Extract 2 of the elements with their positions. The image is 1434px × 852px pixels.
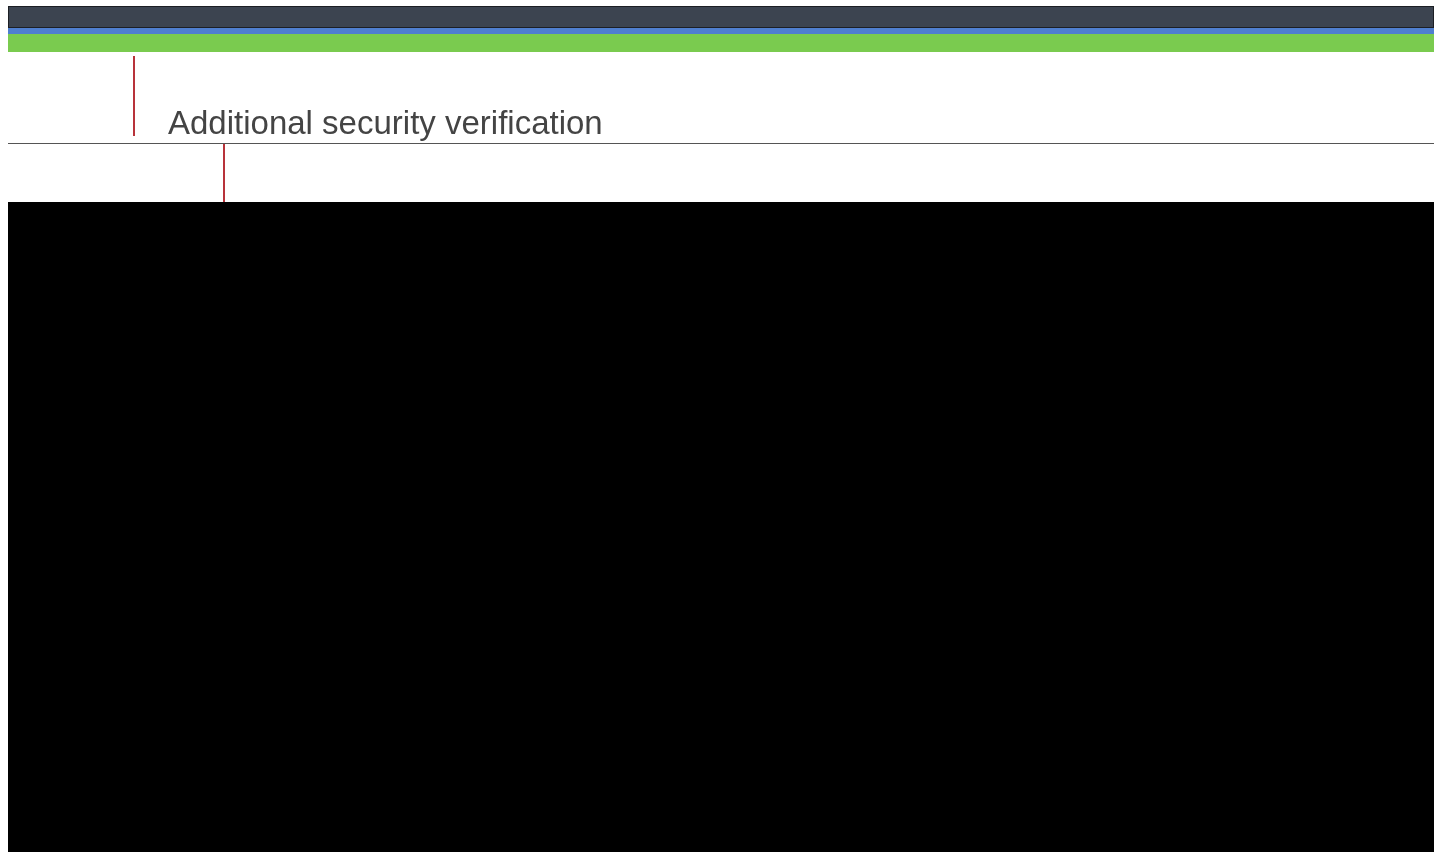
page-heading: Additional security verification: [168, 106, 603, 143]
text-cursor: [223, 144, 225, 202]
